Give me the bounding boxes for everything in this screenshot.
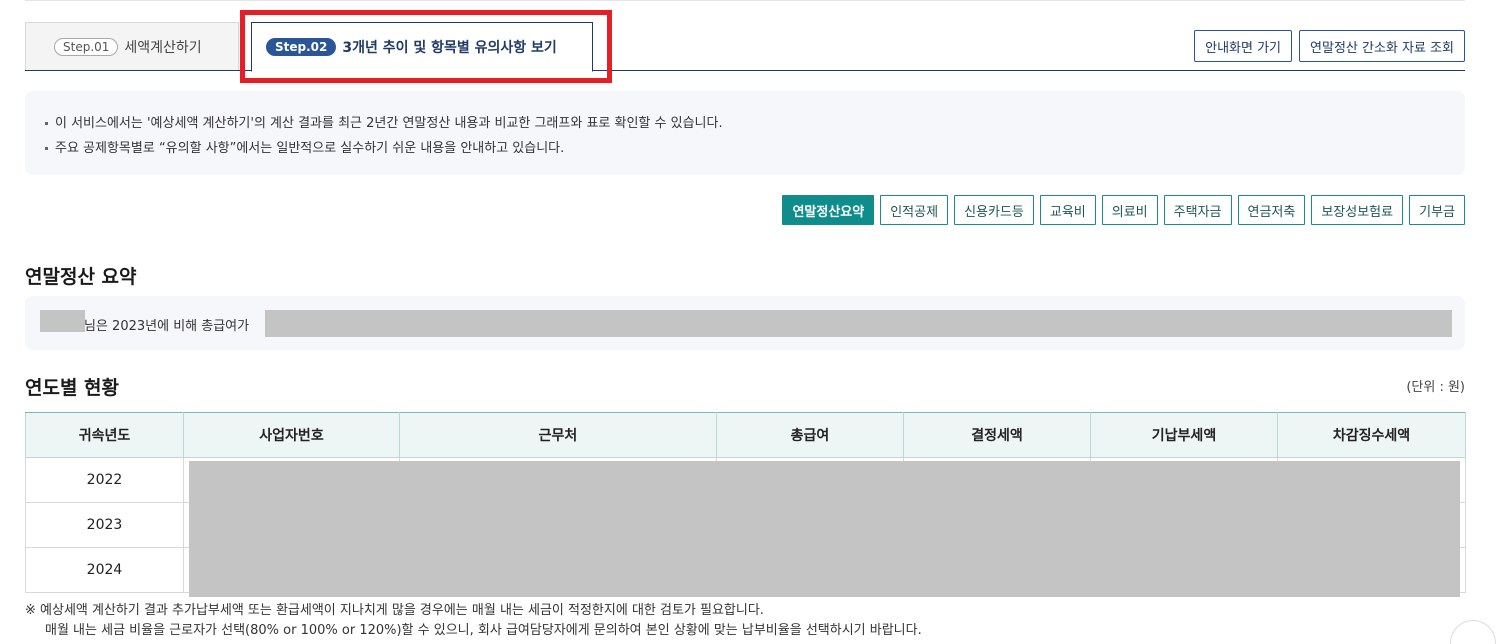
- redacted-table-data: [189, 461, 1460, 597]
- summary-box: 님은 2023년에 비해 총급여가: [25, 296, 1465, 350]
- year-cell: 2023: [25, 502, 184, 548]
- service-info-box: 이 서비스에서는 '예상세액 계산하기'의 계산 결과를 최근 2년간 연말정산…: [25, 91, 1465, 175]
- category-button-housing[interactable]: 주택자금: [1163, 195, 1232, 225]
- column-header: 결정세액: [903, 412, 1091, 458]
- info-line-1: 이 서비스에서는 '예상세액 계산하기'의 계산 결과를 최근 2년간 연말정산…: [43, 111, 1447, 136]
- yearly-status-table: 귀속년도 사업자번호 근무처 총급여 결정세액 기납부세액 차감징수세액 202…: [25, 412, 1466, 597]
- scroll-top-button[interactable]: [1450, 620, 1496, 644]
- category-button-group: 연말정산요약 인적공제 신용카드등 교육비 의료비 주택자금 연금저축 보장성보…: [782, 195, 1465, 225]
- step-01-label: 세액계산하기: [124, 39, 202, 56]
- column-header: 차감징수세액: [1277, 412, 1466, 458]
- category-button-insurance[interactable]: 보장성보험료: [1311, 195, 1404, 225]
- tab-step-02[interactable]: Step.02 3개년 추이 및 항목별 유의사항 보기: [251, 22, 593, 72]
- yearly-status-title: 연도별 현황: [25, 377, 120, 399]
- category-button-credit-card[interactable]: 신용카드등: [954, 195, 1034, 225]
- category-button-medical[interactable]: 의료비: [1101, 195, 1158, 225]
- category-button-education[interactable]: 교육비: [1039, 195, 1096, 225]
- top-button-group: 안내화면 가기 연말정산 간소화 자료 조회: [1194, 30, 1465, 62]
- year-cell: 2022: [25, 457, 184, 503]
- simple-data-lookup-button[interactable]: 연말정산 간소화 자료 조회: [1299, 30, 1465, 62]
- info-line-2: 주요 공제항목별로 “유의할 사항”에서는 일반적으로 실수하기 쉬운 내용을 …: [43, 136, 1447, 161]
- summary-text: 님은 2023년에 비해 총급여가: [84, 319, 250, 334]
- guide-page-button[interactable]: 안내화면 가기: [1194, 30, 1293, 62]
- column-header: 귀속년도: [25, 412, 184, 458]
- footnote-line-2: 매월 내는 세금 비율을 근로자가 선택(80% or 100% or 120%…: [45, 623, 922, 638]
- unit-label: (단위 : 원): [1406, 380, 1465, 395]
- column-header: 사업자번호: [183, 412, 400, 458]
- footnote-line-1: ※ 예상세액 계산하기 결과 추가납부세액 또는 환급세액이 지나치게 많을 경…: [25, 603, 764, 618]
- column-header: 근무처: [399, 412, 717, 458]
- top-divider: [25, 0, 1465, 3]
- column-header: 기납부세액: [1090, 412, 1278, 458]
- summary-title: 연말정산 요약: [25, 266, 137, 288]
- year-cell: 2024: [25, 547, 184, 593]
- category-button-personal[interactable]: 인적공제: [880, 195, 949, 225]
- table-header-row: 귀속년도 사업자번호 근무처 총급여 결정세액 기납부세액 차감징수세액: [25, 412, 1466, 458]
- tab-step-01[interactable]: Step.01 세액계산하기: [25, 22, 239, 70]
- category-button-pension[interactable]: 연금저축: [1237, 195, 1306, 225]
- category-button-summary[interactable]: 연말정산요약: [782, 195, 875, 225]
- step-02-label: 3개년 추이 및 항목별 유의사항 보기: [342, 40, 557, 56]
- redacted-summary-detail: [265, 310, 1452, 337]
- column-header: 총급여: [716, 412, 904, 458]
- step-02-badge: Step.02: [266, 38, 337, 56]
- redacted-name: [40, 310, 85, 332]
- category-button-donation[interactable]: 기부금: [1409, 195, 1465, 225]
- step-01-badge: Step.01: [54, 37, 119, 56]
- footnote: ※ 예상세액 계산하기 결과 추가납부세액 또는 환급세액이 지나치게 많을 경…: [25, 601, 922, 641]
